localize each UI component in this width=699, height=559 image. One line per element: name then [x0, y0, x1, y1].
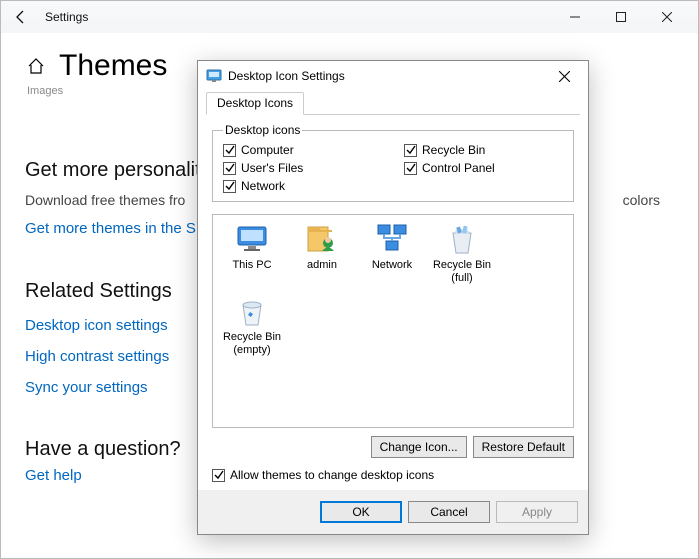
icon-label: Recycle Bin (empty) — [217, 331, 287, 356]
checkbox-recycle-bin[interactable]: Recycle Bin — [404, 143, 563, 157]
settings-titlebar: Settings — [1, 1, 698, 33]
close-button[interactable] — [644, 1, 690, 33]
this-pc-icon — [234, 221, 270, 257]
dialog-title: Desktop Icon Settings — [228, 69, 345, 83]
personality-body: Download free themes fro — [25, 192, 185, 208]
admin-icon — [304, 221, 340, 257]
checkbox-icon — [404, 162, 417, 175]
checkbox-label: Computer — [241, 143, 294, 157]
checkbox-icon — [223, 162, 236, 175]
preview-icon-network[interactable]: Network — [357, 221, 427, 293]
checkbox-icon — [223, 180, 236, 193]
app-title: Settings — [45, 10, 88, 24]
checkbox-label: Recycle Bin — [422, 143, 485, 157]
page-title: Themes — [59, 49, 167, 83]
allow-themes-checkbox[interactable]: Allow themes to change desktop icons — [212, 468, 574, 482]
preview-icon-this-pc[interactable]: This PC — [217, 221, 287, 293]
ok-button[interactable]: OK — [320, 501, 402, 523]
checkbox-network[interactable]: Network — [223, 179, 382, 193]
change-icon-button[interactable]: Change Icon... — [371, 436, 467, 458]
desktop-icon-settings-dialog: Desktop Icon Settings Desktop Icons Desk… — [197, 60, 589, 535]
tab-desktop-icons[interactable]: Desktop Icons — [206, 92, 304, 115]
dialog-titlebar: Desktop Icon Settings — [198, 61, 588, 91]
home-icon — [25, 55, 47, 77]
checkbox-label: Network — [241, 179, 285, 193]
restore-default-button[interactable]: Restore Default — [473, 436, 574, 458]
checkbox-label: User's Files — [241, 161, 303, 175]
checkbox-icon — [404, 144, 417, 157]
group-legend: Desktop icons — [223, 123, 302, 137]
preview-icon-recycle-empty[interactable]: Recycle Bin (empty) — [217, 293, 287, 365]
allow-themes-label: Allow themes to change desktop icons — [230, 468, 434, 482]
preview-icon-admin[interactable]: admin — [287, 221, 357, 293]
get-help-link[interactable]: Get help — [25, 467, 82, 484]
checkbox-user-s-files[interactable]: User's Files — [223, 161, 382, 175]
personality-body-suffix: colors — [623, 192, 660, 208]
checkbox-label: Control Panel — [422, 161, 495, 175]
checkbox-icon — [223, 144, 236, 157]
back-button[interactable] — [9, 5, 33, 29]
get-more-themes-link[interactable]: Get more themes in the S — [25, 220, 196, 237]
network-icon — [374, 221, 410, 257]
desktop-icons-group: Desktop icons Computer Recycle Bin User's … — [212, 123, 574, 202]
icon-label: admin — [307, 259, 337, 272]
cancel-button[interactable]: Cancel — [408, 501, 490, 523]
dialog-close-button[interactable] — [548, 64, 580, 88]
preview-icon-recycle-full[interactable]: Recycle Bin (full) — [427, 221, 497, 293]
apply-button: Apply — [496, 501, 578, 523]
icon-label: Network — [372, 259, 412, 272]
checkbox-computer[interactable]: Computer — [223, 143, 382, 157]
maximize-button[interactable] — [598, 1, 644, 33]
icon-label: Recycle Bin (full) — [427, 259, 497, 284]
recycle-empty-icon — [234, 293, 270, 329]
dialog-icon — [206, 68, 222, 84]
dialog-tabs: Desktop Icons — [206, 91, 580, 115]
minimize-button[interactable] — [552, 1, 598, 33]
icon-label: This PC — [232, 259, 271, 272]
icon-preview-box: This PC admin Network Recycle Bin (full) Re… — [212, 214, 574, 428]
dialog-footer: OK Cancel Apply — [198, 490, 588, 534]
checkbox-control-panel[interactable]: Control Panel — [404, 161, 563, 175]
recycle-full-icon — [444, 221, 480, 257]
